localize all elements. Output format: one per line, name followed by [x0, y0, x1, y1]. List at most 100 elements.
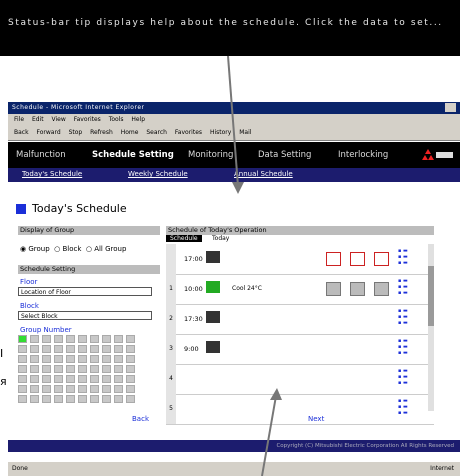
group-cell[interactable] [114, 335, 123, 343]
group-cell[interactable] [102, 375, 111, 383]
stop-icon[interactable] [326, 252, 341, 266]
nav-item-data-setting[interactable]: Data Setting [258, 150, 311, 160]
menu-favorites[interactable]: Favorites [74, 116, 101, 123]
group-cell[interactable] [30, 345, 39, 353]
group-cell[interactable] [66, 385, 75, 393]
group-cell[interactable] [126, 345, 135, 353]
group-cell[interactable] [30, 355, 39, 363]
schedule-scrollbar[interactable] [428, 244, 434, 411]
subnav-annual-schedule[interactable]: Annual Schedule [234, 170, 293, 178]
search-button[interactable]: Search [146, 129, 167, 136]
close-button[interactable] [445, 103, 456, 112]
group-cell[interactable] [18, 355, 27, 363]
history-button[interactable]: History [210, 129, 231, 136]
vent-icon[interactable] [326, 282, 341, 296]
group-cell[interactable] [18, 375, 27, 383]
back-button[interactable]: Back [14, 129, 29, 136]
group-cell[interactable] [66, 365, 75, 373]
group-cell[interactable] [66, 355, 75, 363]
vent-icon[interactable] [350, 282, 365, 296]
group-cell[interactable] [126, 385, 135, 393]
favorites-button[interactable]: Favorites [175, 129, 202, 136]
next-link[interactable]: Next [308, 415, 324, 423]
group-cell[interactable] [18, 345, 27, 353]
tab-schedule[interactable]: Schedule [166, 235, 202, 242]
group-cell[interactable] [114, 345, 123, 353]
group-cell[interactable] [30, 365, 39, 373]
group-cell[interactable] [90, 345, 99, 353]
group-cell[interactable] [90, 385, 99, 393]
group-cell[interactable] [42, 345, 51, 353]
group-cell[interactable] [18, 385, 27, 393]
group-cell[interactable] [126, 395, 135, 403]
group-cell[interactable] [78, 385, 87, 393]
group-cell[interactable] [30, 385, 39, 393]
group-cell[interactable] [54, 335, 63, 343]
menu-edit[interactable]: Edit [32, 116, 44, 123]
group-cell[interactable] [102, 335, 111, 343]
group-cell[interactable] [78, 345, 87, 353]
group-cell[interactable] [114, 355, 123, 363]
group-cell[interactable] [42, 355, 51, 363]
stop-button[interactable]: Stop [69, 129, 83, 136]
table-row[interactable]: 1 10:00 Cool 24°C ▪ ▬ ▪ ▬ ▪ ▬ [166, 274, 434, 305]
group-cell[interactable] [66, 395, 75, 403]
group-cell[interactable] [114, 395, 123, 403]
group-cell[interactable] [30, 335, 39, 343]
menu-tools[interactable]: Tools [109, 116, 124, 123]
group-cell[interactable] [102, 395, 111, 403]
group-cell[interactable] [78, 365, 87, 373]
table-row[interactable]: 17:00 ▪ ▬ ▪ ▬ ▪ ▬ [166, 244, 434, 275]
group-cell[interactable] [102, 345, 111, 353]
stop-icon[interactable] [350, 252, 365, 266]
group-cell[interactable] [78, 395, 87, 403]
group-cell[interactable] [18, 365, 27, 373]
group-cell[interactable] [66, 335, 75, 343]
mail-button[interactable]: Mail [239, 129, 251, 136]
nav-item-monitoring[interactable]: Monitoring [188, 150, 233, 160]
group-cell[interactable] [78, 375, 87, 383]
menu-file[interactable]: File [14, 116, 24, 123]
subnav-today-schedule[interactable]: Today's Schedule [22, 170, 82, 178]
group-cell[interactable] [90, 355, 99, 363]
group-cell[interactable] [114, 385, 123, 393]
group-cell[interactable] [102, 365, 111, 373]
group-cell[interactable] [18, 335, 27, 343]
group-cell[interactable] [18, 395, 27, 403]
table-row[interactable]: 3 9:00 ▪ ▬ ▪ ▬ ▪ ▬ [166, 334, 434, 365]
group-cell[interactable] [102, 355, 111, 363]
radio-block[interactable]: ○ [52, 245, 63, 253]
group-cell[interactable] [66, 345, 75, 353]
group-cell[interactable] [126, 335, 135, 343]
group-cell[interactable] [42, 365, 51, 373]
nav-item-interlocking[interactable]: Interlocking [338, 150, 388, 160]
group-cell[interactable] [66, 375, 75, 383]
group-cell[interactable] [54, 345, 63, 353]
tab-today[interactable]: Today [212, 235, 229, 242]
group-cell[interactable] [126, 365, 135, 373]
group-cell[interactable] [126, 375, 135, 383]
stop-icon[interactable] [374, 252, 389, 266]
menu-help[interactable]: Help [131, 116, 145, 123]
group-cell[interactable] [42, 375, 51, 383]
menu-view[interactable]: View [52, 116, 66, 123]
group-cell[interactable] [54, 385, 63, 393]
nav-item-schedule-setting[interactable]: Schedule Setting [92, 150, 174, 160]
group-cell[interactable] [90, 375, 99, 383]
floor-select[interactable]: Location of Floor [18, 287, 152, 296]
group-cell[interactable] [42, 395, 51, 403]
scrollbar-thumb[interactable] [428, 266, 434, 326]
subnav-weekly-schedule[interactable]: Weekly Schedule [128, 170, 188, 178]
group-cell[interactable] [54, 395, 63, 403]
group-cell[interactable] [114, 365, 123, 373]
table-row[interactable]: 2 17:30 ▪ ▬ ▪ ▬ ▪ ▬ [166, 304, 434, 335]
group-cell[interactable] [42, 385, 51, 393]
group-cell[interactable] [126, 355, 135, 363]
home-button[interactable]: Home [121, 129, 139, 136]
forward-button[interactable]: Forward [37, 129, 61, 136]
back-link[interactable]: Back [132, 415, 149, 423]
radio-all-group[interactable]: ○ [84, 245, 95, 253]
group-cell[interactable] [54, 375, 63, 383]
group-cell[interactable] [54, 365, 63, 373]
group-cell[interactable] [30, 395, 39, 403]
